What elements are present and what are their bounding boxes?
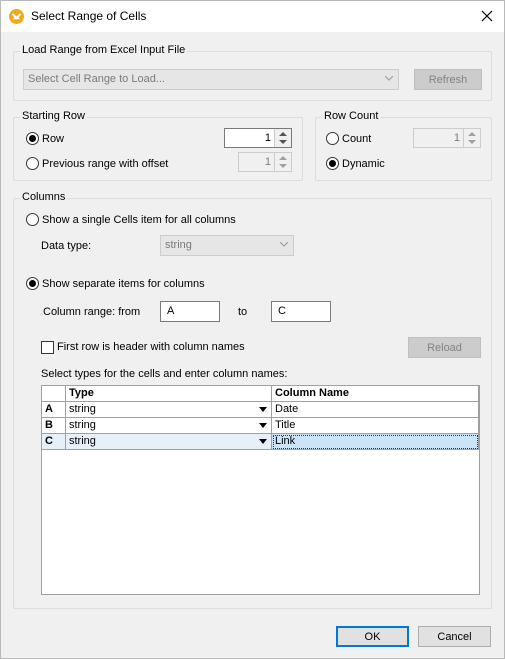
- title-bar: Select Range of Cells: [1, 1, 504, 32]
- reload-button[interactable]: Reload: [408, 337, 481, 358]
- row-radio-label: Row: [42, 133, 65, 145]
- row-count-group: Row Count: [315, 110, 492, 181]
- table-row: A string Date: [42, 402, 479, 418]
- window-title: Select Range of Cells: [31, 9, 147, 23]
- type-value: string: [69, 419, 96, 431]
- single-cells-radio[interactable]: [26, 213, 39, 226]
- column-types-grid: Type Column Name A string Date B string …: [41, 385, 480, 595]
- cell-range-combo-text: Select Cell Range to Load...: [28, 73, 165, 85]
- data-type-combo[interactable]: string: [160, 235, 294, 256]
- type-dropdown[interactable]: string: [66, 402, 272, 418]
- app-logo-icon: [9, 9, 24, 24]
- row-spinner-value: 1: [264, 132, 271, 144]
- dynamic-radio-label: Dynamic: [342, 158, 385, 170]
- load-range-label: Load Range from Excel Input File: [20, 44, 188, 56]
- column-range-label: Column range: from: [43, 306, 141, 318]
- grid-corner-header: [42, 386, 66, 402]
- column-name-cell[interactable]: Link: [272, 434, 479, 450]
- type-value: string: [69, 403, 96, 415]
- spinner-arrows-icon[interactable]: [274, 129, 291, 147]
- row-letter: C: [42, 434, 66, 450]
- range-to-input[interactable]: C: [271, 301, 331, 322]
- separate-items-label: Show separate items for columns: [42, 278, 205, 290]
- chevron-down-icon: [385, 76, 393, 81]
- offset-spinner-value: 1: [264, 156, 271, 168]
- type-value: string: [69, 435, 96, 447]
- separate-items-radio[interactable]: [26, 277, 39, 290]
- row-letter: B: [42, 418, 66, 434]
- grid-header-row: Type Column Name: [42, 386, 479, 402]
- offset-spinner[interactable]: 1: [238, 152, 292, 172]
- dialog-window: Select Range of Cells Load Range from Ex…: [0, 0, 505, 659]
- cancel-button[interactable]: Cancel: [418, 626, 491, 647]
- ok-button[interactable]: OK: [336, 626, 409, 647]
- dynamic-radio[interactable]: [326, 157, 339, 170]
- starting-row-label: Starting Row: [20, 110, 87, 122]
- data-type-label: Data type:: [41, 240, 92, 252]
- table-row: C string Link: [42, 434, 479, 450]
- row-count-label: Row Count: [322, 110, 381, 122]
- dropdown-arrow-icon[interactable]: [259, 423, 267, 428]
- data-type-value: string: [165, 239, 192, 251]
- dropdown-arrow-icon[interactable]: [259, 407, 267, 412]
- column-name-cell[interactable]: Title: [272, 418, 479, 434]
- cell-range-combo[interactable]: Select Cell Range to Load...: [23, 69, 399, 90]
- previous-range-label: Previous range with offset: [42, 158, 169, 170]
- column-name-header: Column Name: [272, 386, 479, 402]
- refresh-button[interactable]: Refresh: [414, 69, 482, 90]
- range-to-label: to: [238, 306, 248, 318]
- spinner-arrows-icon[interactable]: [463, 129, 480, 147]
- columns-label: Columns: [20, 191, 68, 203]
- previous-range-radio[interactable]: [26, 157, 39, 170]
- header-row-checkbox[interactable]: [41, 341, 54, 354]
- range-from-input[interactable]: A: [160, 301, 220, 322]
- count-spinner-value: 1: [453, 132, 460, 144]
- type-column-header: Type: [66, 386, 272, 402]
- count-radio[interactable]: [326, 132, 339, 145]
- count-spinner[interactable]: 1: [413, 128, 481, 148]
- header-row-label: First row is header with column names: [57, 341, 245, 353]
- table-row: B string Title: [42, 418, 479, 434]
- grid-instruction: Select types for the cells and enter col…: [41, 368, 288, 380]
- close-icon[interactable]: [475, 5, 499, 27]
- count-radio-label: Count: [342, 133, 372, 145]
- column-name-cell[interactable]: Date: [272, 402, 479, 418]
- chevron-down-icon: [280, 242, 288, 247]
- row-letter: A: [42, 402, 66, 418]
- type-dropdown[interactable]: string: [66, 418, 272, 434]
- spinner-arrows-icon[interactable]: [274, 153, 291, 171]
- type-dropdown[interactable]: string: [66, 434, 272, 450]
- dropdown-arrow-icon[interactable]: [259, 439, 267, 444]
- row-spinner[interactable]: 1: [224, 128, 292, 148]
- single-cells-label: Show a single Cells item for all columns: [42, 214, 236, 226]
- row-radio[interactable]: [26, 132, 39, 145]
